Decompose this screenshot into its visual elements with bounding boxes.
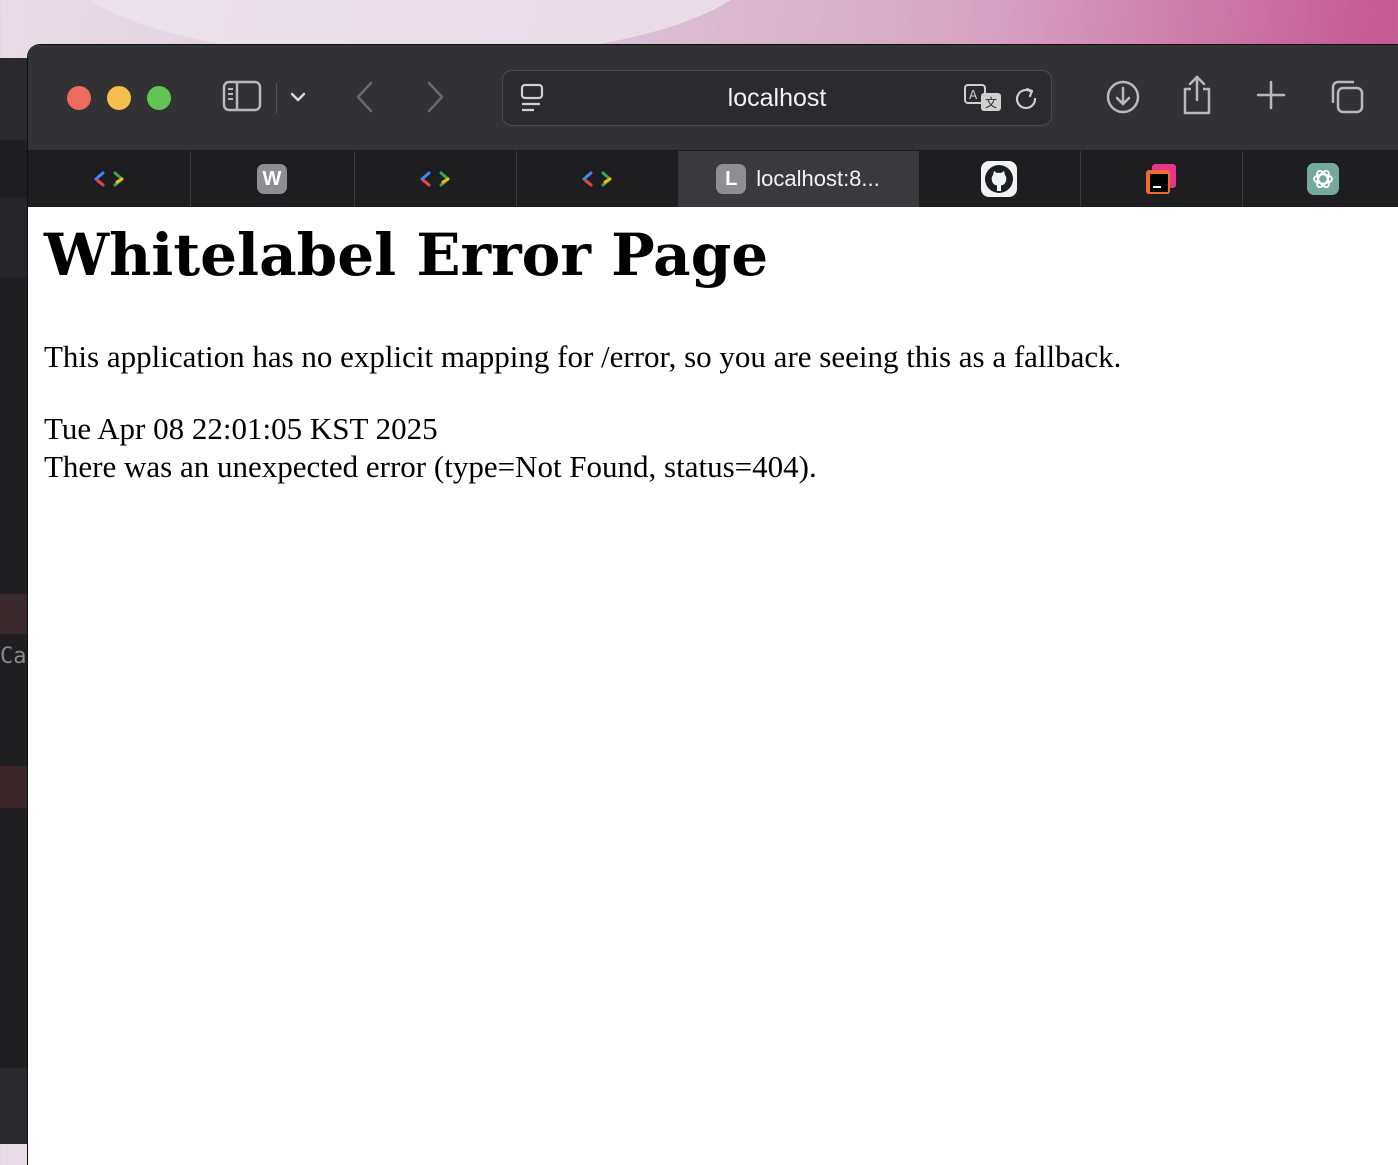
downloads-button[interactable] [1104, 78, 1142, 116]
tab-w[interactable]: W [190, 151, 355, 207]
share-icon [1183, 75, 1211, 115]
sidebar-toggle-button[interactable] [222, 79, 262, 113]
tab-code-3[interactable] [516, 151, 679, 207]
reload-icon [1015, 87, 1037, 110]
chevron-down-icon [290, 92, 306, 102]
page-title: Whitelabel Error Page [44, 221, 769, 289]
address-bar[interactable]: localhost A 文 [502, 70, 1052, 126]
forward-button[interactable] [420, 79, 450, 115]
svg-text:文: 文 [985, 95, 997, 110]
tab-github[interactable] [918, 151, 1081, 207]
jetbrains-icon [1146, 164, 1176, 194]
tab-code-2[interactable] [354, 151, 517, 207]
sidebar-icon [222, 80, 262, 112]
letter-l-icon: L [716, 164, 747, 194]
translate-icon: A 文 [964, 84, 1001, 111]
error-detail: There was an unexpected error (type=Not … [44, 449, 817, 484]
download-icon [1106, 80, 1140, 114]
error-message: This application has no explicit mapping… [44, 339, 1122, 374]
page-content: Whitelabel Error Page This application h… [28, 207, 1398, 1165]
letter-w-icon: W [257, 164, 287, 194]
chevron-right-icon [427, 81, 444, 113]
translate-button[interactable]: A 文 [963, 83, 1005, 113]
code-brackets-icon [582, 171, 612, 187]
chatgpt-icon [1307, 163, 1339, 195]
tab-chatgpt[interactable] [1242, 151, 1398, 207]
tab-label: localhost:8... [756, 166, 880, 191]
tab-jetbrains[interactable] [1080, 151, 1243, 207]
toolbar-divider [276, 83, 277, 113]
chevron-left-icon [356, 81, 373, 113]
tab-bar: W L localhost:8... [28, 151, 1398, 207]
github-icon [981, 161, 1017, 197]
background-app-text: Ca [0, 644, 27, 669]
tab-overview-button[interactable] [1328, 78, 1366, 116]
new-tab-button[interactable] [1254, 78, 1288, 112]
share-button[interactable] [1180, 74, 1214, 116]
zoom-window-button[interactable] [147, 86, 171, 110]
code-brackets-icon [94, 171, 124, 187]
tab-group-menu-button[interactable] [286, 85, 310, 109]
reload-button[interactable] [1011, 83, 1043, 115]
back-button[interactable] [350, 79, 380, 115]
code-brackets-icon [420, 171, 450, 187]
svg-text:A: A [969, 88, 978, 102]
close-window-button[interactable] [67, 86, 91, 110]
tab-code-1[interactable] [28, 151, 191, 207]
tab-localhost[interactable]: L localhost:8... [678, 151, 919, 207]
error-timestamp: Tue Apr 08 22:01:05 KST 2025 [44, 411, 438, 446]
browser-window: localhost A 文 W L localhost:8... Whitela… [28, 45, 1398, 1165]
minimize-window-button[interactable] [107, 86, 131, 110]
plus-icon [1256, 80, 1286, 110]
browser-toolbar: localhost A 文 [28, 45, 1398, 151]
tab-overview-icon [1331, 80, 1364, 114]
